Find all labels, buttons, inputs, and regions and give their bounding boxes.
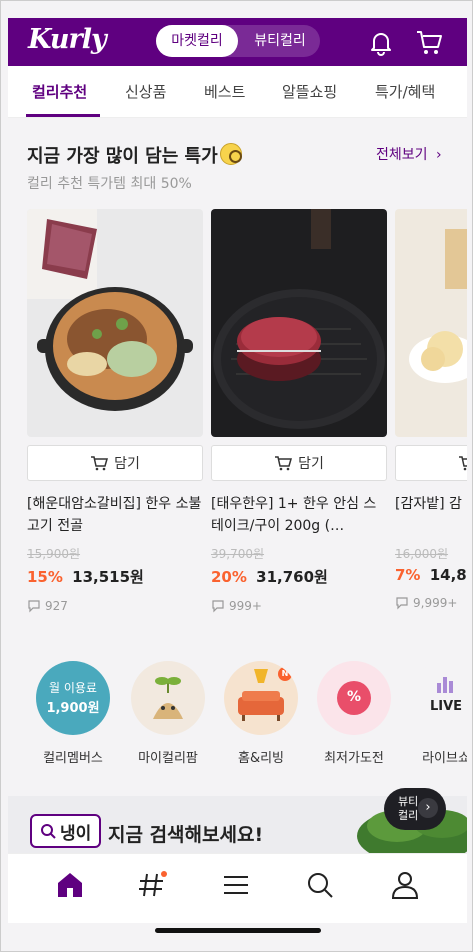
price-row: 7% 14,88 (395, 566, 467, 584)
product-name[interactable]: [해운대암소갈비집] 한우 소불고기 전골 (27, 493, 203, 537)
tab-new-products[interactable]: 신상품 (125, 81, 166, 102)
category-tabs: 컬리추천 신상품 베스트 알뜰쇼핑 특가/혜택 (8, 66, 467, 118)
monocle-emoji-icon (219, 143, 242, 165)
banner-search-keyword: 냉이 (30, 814, 102, 848)
bell-icon[interactable] (366, 27, 396, 57)
comment-icon (212, 600, 224, 613)
product-name[interactable]: [태우한우] 1+ 한우 안심 스테이크/구이 200g (… (211, 493, 387, 537)
product-image[interactable] (395, 209, 467, 437)
product-name[interactable]: [감자밭] 감 (395, 493, 467, 537)
shortcut-label: 컬리멤버스 (43, 751, 103, 766)
add-to-cart-button[interactable]: 담기 (211, 445, 387, 481)
sale-price: 13,515원 (72, 568, 144, 586)
members-fee-circle: 월 이용료 1,900원 (36, 661, 110, 735)
new-badge: N (278, 667, 292, 681)
add-to-cart-button[interactable]: 담기 (395, 445, 467, 481)
main-content: 지금 가장 많이 담는 특가 컬리 추천 특가템 최대 50% 전체보기 › 담… (8, 118, 467, 853)
review-count: 999+ (211, 599, 387, 613)
shortcut-kurly-members[interactable]: 월 이용료 1,900원 컬리멤버스 (28, 661, 118, 766)
cart-icon (459, 456, 467, 471)
top-header: Kurly 마켓컬리 뷰티컬리 (8, 18, 467, 66)
sprout-icon (131, 661, 205, 735)
sofa-icon: N (224, 661, 298, 735)
comment-icon (396, 597, 408, 610)
home-icon[interactable] (53, 868, 87, 902)
tab-kurly-recommend[interactable]: 컬리추천 (32, 81, 87, 102)
sale-price: 14,88 (429, 566, 467, 584)
banner-text: 지금 검색해보세요! (108, 824, 264, 846)
mall-switch: 마켓컬리 뷰티컬리 (156, 25, 320, 57)
tab-thrifty-shopping[interactable]: 알뜰쇼핑 (282, 81, 337, 102)
original-price: 15,900원 (27, 547, 81, 561)
section-title: 지금 가장 많이 담는 특가 (27, 142, 242, 168)
product-image[interactable] (211, 209, 387, 437)
original-price: 16,000원 (395, 547, 449, 561)
home-indicator[interactable] (155, 928, 321, 933)
discount-tag-icon: % (317, 661, 391, 735)
tab-special-deals[interactable]: 특가/혜택 (375, 81, 435, 102)
market-kurly-switch[interactable]: 마켓컬리 (156, 25, 238, 57)
app-screen: Kurly 마켓컬리 뷰티컬리 컬리추천 신상품 베스트 알뜰쇼핑 특가/혜택 (0, 0, 473, 952)
shortcut-label: 마이컬리팜 (138, 751, 198, 766)
search-icon[interactable] (303, 868, 337, 902)
shortcut-my-kurly-farm[interactable]: 마이컬리팜 (123, 661, 213, 766)
product-card[interactable]: 담기 [태우한우] 1+ 한우 안심 스테이크/구이 200g (… 39,70… (211, 209, 387, 613)
see-all-link[interactable]: 전체보기 › (376, 144, 442, 164)
profile-icon[interactable] (388, 868, 422, 902)
live-icon: LIVE (409, 661, 467, 735)
cart-icon (91, 456, 109, 471)
shortcut-label: 최저가도전 (324, 751, 384, 766)
kurly-logo[interactable]: Kurly (28, 24, 107, 55)
beauty-kurly-floating-button[interactable]: 뷰티 컬리 › (384, 788, 446, 830)
section-subtitle: 컬리 추천 특가템 최대 50% (27, 176, 192, 192)
review-count: 9,999+ (395, 596, 467, 610)
hashtag-icon[interactable] (135, 868, 169, 902)
chevron-right-icon: › (418, 798, 438, 818)
cart-icon (275, 456, 293, 471)
active-tab-indicator (26, 114, 100, 117)
search-icon (41, 824, 56, 839)
cart-icon[interactable] (414, 27, 444, 57)
tab-best[interactable]: 베스트 (204, 81, 245, 102)
bottom-navigation (8, 853, 467, 923)
product-card[interactable]: 담기 [감자밭] 감 16,000원 7% 14,88 9,999+ (395, 209, 467, 610)
shortcut-live-show[interactable]: LIVE 라이브쇼 (401, 661, 467, 766)
comment-icon (28, 600, 40, 613)
beauty-kurly-switch[interactable]: 뷰티컬리 (240, 25, 320, 57)
review-count: 927 (27, 599, 203, 613)
shortcut-lowest-price[interactable]: % 최저가도전 (309, 661, 399, 766)
sale-price: 31,760원 (256, 568, 328, 586)
menu-icon[interactable] (219, 868, 253, 902)
discount-rate: 20% (211, 568, 247, 586)
discount-rate: 7% (395, 566, 421, 584)
product-card[interactable]: 담기 [해운대암소갈비집] 한우 소불고기 전골 15,900원 15% 13,… (27, 209, 203, 613)
product-image[interactable] (27, 209, 203, 437)
chevron-right-icon: › (435, 147, 442, 163)
price-row: 15% 13,515원 (27, 566, 203, 587)
price-row: 20% 31,760원 (211, 566, 387, 587)
add-to-cart-button[interactable]: 담기 (27, 445, 203, 481)
shortcut-label: 라이브쇼 (422, 751, 467, 766)
discount-rate: 15% (27, 568, 63, 586)
shortcut-label: 홈&리빙 (237, 751, 285, 766)
original-price: 39,700원 (211, 547, 265, 561)
shortcut-home-living[interactable]: N 홈&리빙 (216, 661, 306, 766)
